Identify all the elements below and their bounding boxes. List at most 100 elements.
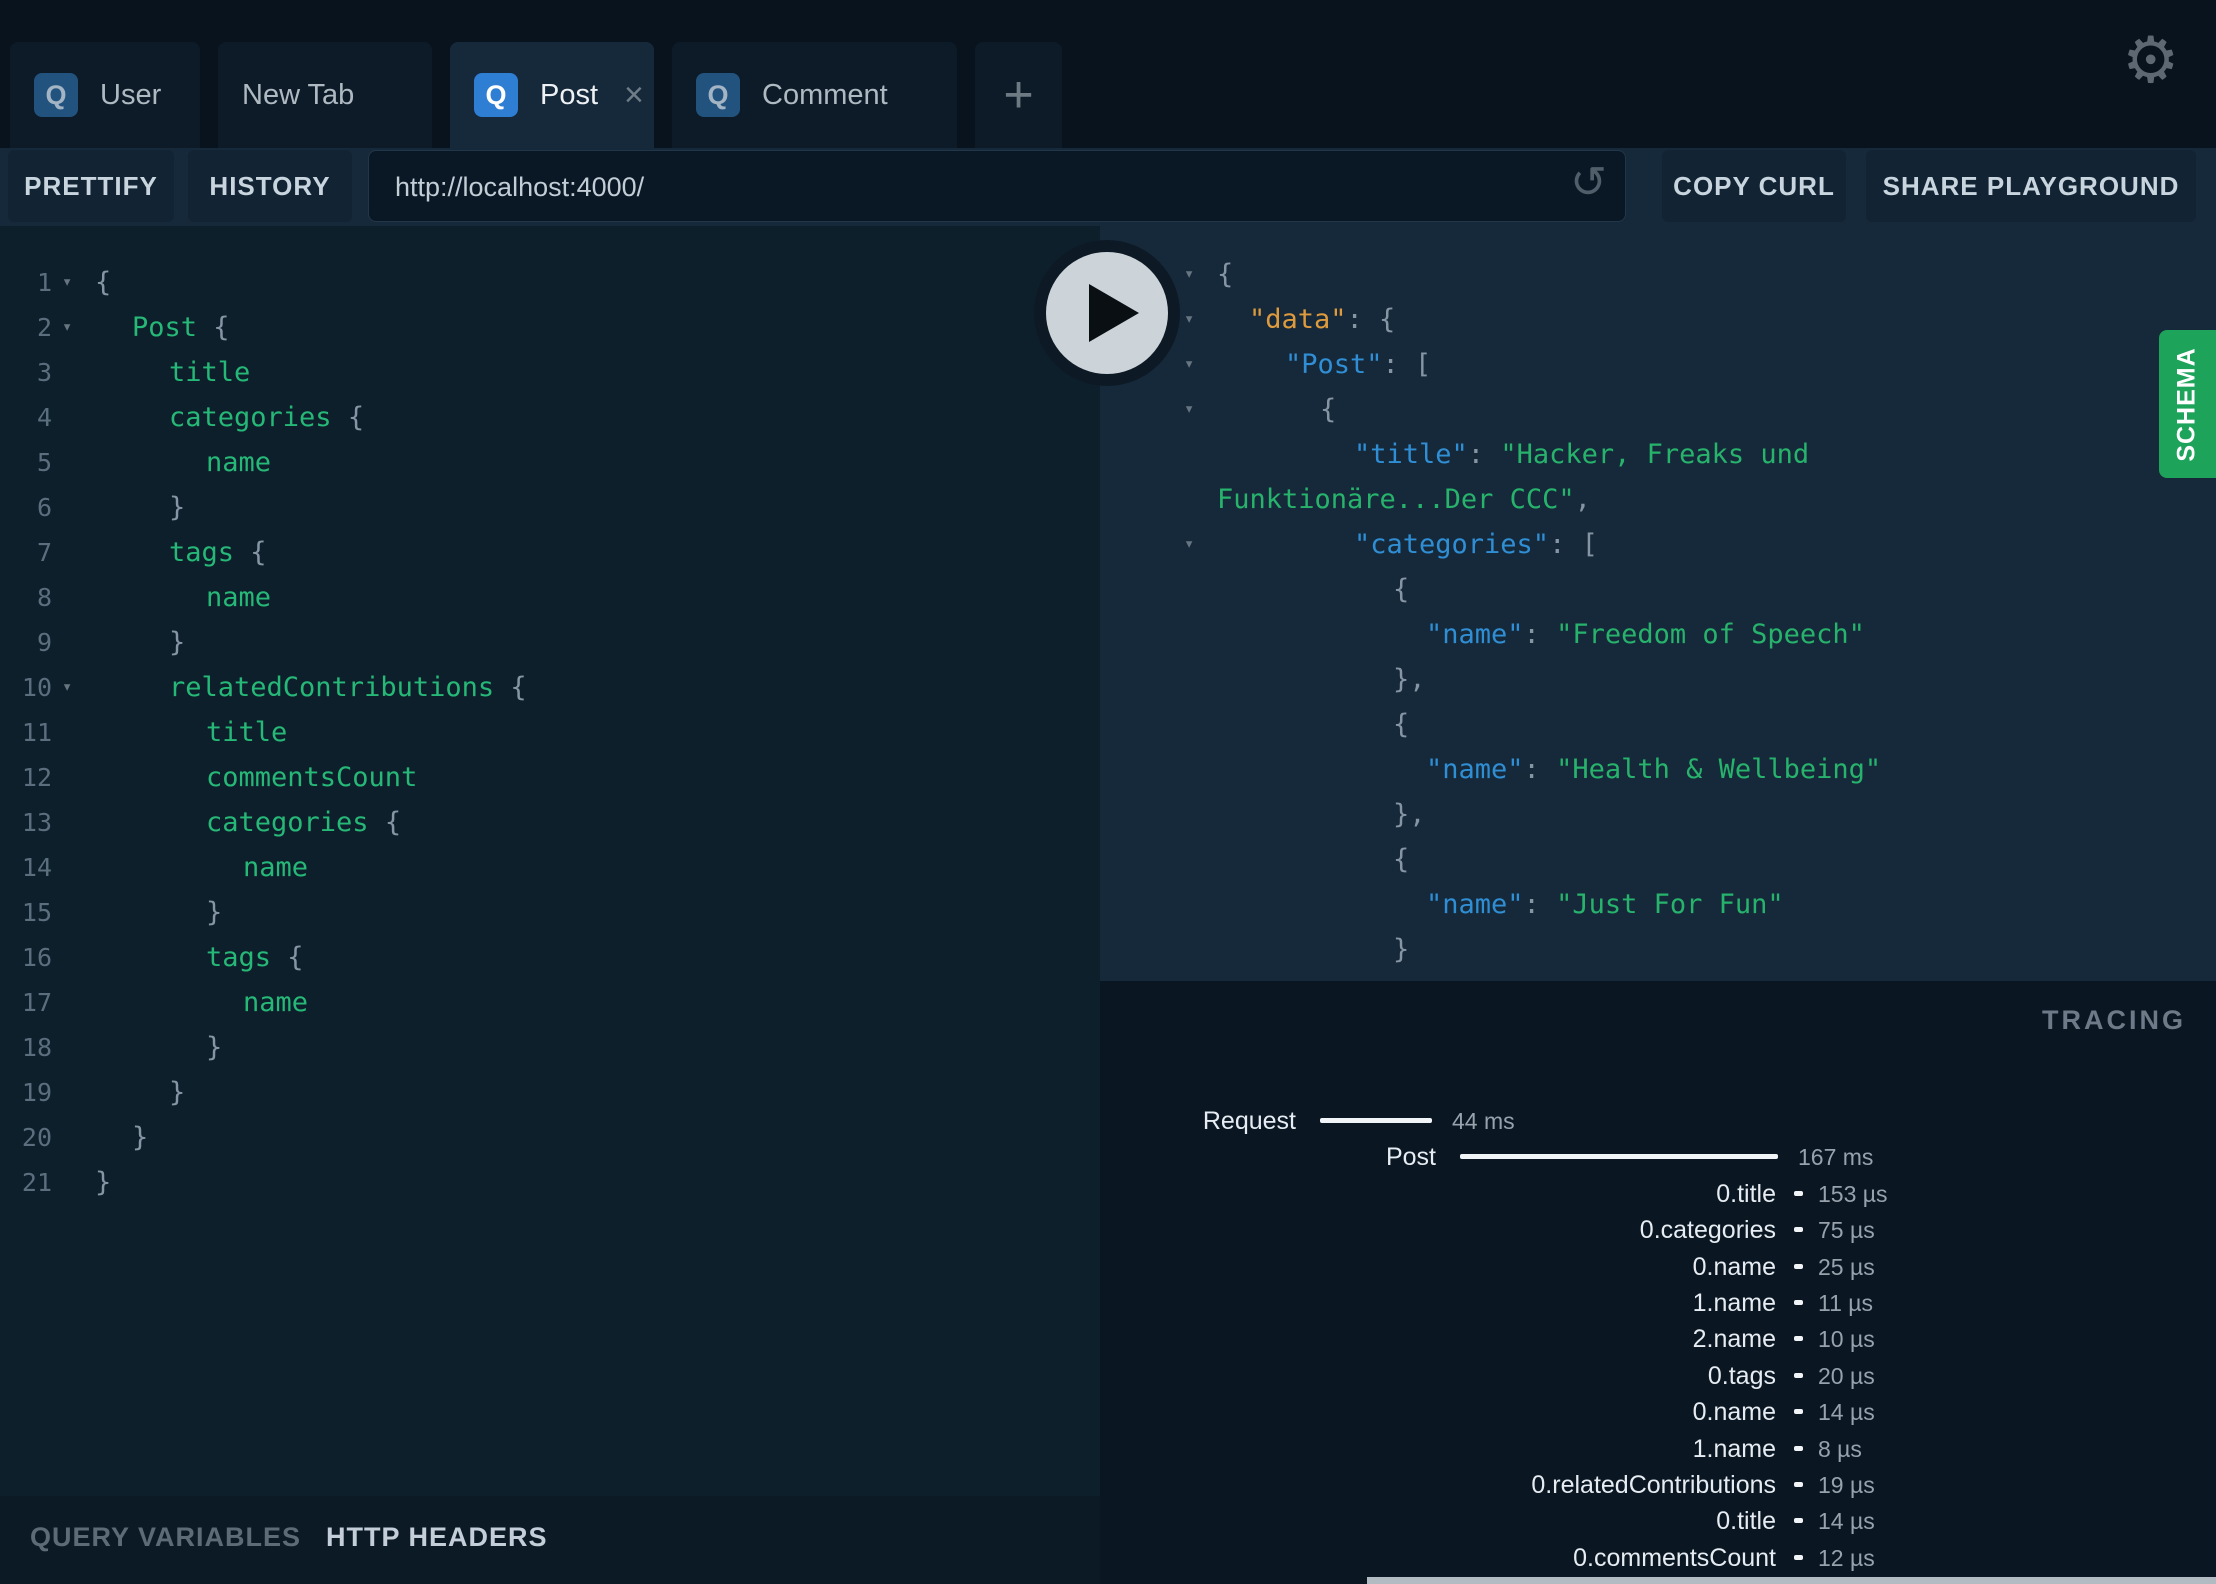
query-code-line[interactable]: 2 ▾ Post { bbox=[0, 305, 1100, 350]
code-text: { bbox=[1393, 702, 1409, 747]
code-text: Funktionäre...Der CCC", bbox=[1217, 477, 1591, 522]
token-field: relatedContributions bbox=[169, 672, 495, 703]
line-number: 2 bbox=[36, 313, 52, 342]
endpoint-url-input[interactable] bbox=[393, 151, 1537, 223]
line-number: 4 bbox=[36, 403, 52, 432]
query-badge-icon: Q bbox=[696, 73, 740, 117]
token-key: "categories" bbox=[1354, 529, 1550, 560]
query-code-line[interactable]: 14 name bbox=[0, 845, 1100, 890]
line-number: 6 bbox=[36, 493, 52, 522]
code-text: tags { bbox=[206, 935, 304, 980]
line-number: 17 bbox=[21, 988, 52, 1017]
query-code-line[interactable]: 6} bbox=[0, 485, 1100, 530]
response-line: "name": "Just For Fun" bbox=[1100, 882, 2216, 927]
query-editor[interactable]: 1 ▾{2 ▾ Post {3 title 4 categories {5 name 6} 7 ta… bbox=[0, 226, 1100, 1496]
line-number: 16 bbox=[21, 943, 52, 972]
token-field: commentsCount bbox=[206, 762, 418, 793]
tab-new-tab[interactable]: New Tab bbox=[218, 42, 432, 148]
trace-label: 0.tags bbox=[1707, 1361, 1776, 1390]
query-code-line[interactable]: 18} bbox=[0, 1025, 1100, 1070]
query-code-line[interactable]: 19} bbox=[0, 1070, 1100, 1115]
query-code-line[interactable]: 1 ▾ { bbox=[0, 260, 1100, 305]
query-badge-icon: Q bbox=[34, 73, 78, 117]
token-punct: : bbox=[1523, 889, 1557, 920]
query-code-line[interactable]: 8 name bbox=[0, 575, 1100, 620]
code-text: { bbox=[1320, 387, 1336, 432]
fold-caret-icon[interactable]: ▾ bbox=[62, 665, 72, 710]
token-punct: { bbox=[197, 312, 230, 343]
token-field: categories bbox=[206, 807, 369, 838]
token-field: categories bbox=[169, 402, 332, 433]
copy-curl-button[interactable]: COPY CURL bbox=[1662, 150, 1846, 222]
trace-duration-bar bbox=[1794, 1409, 1803, 1415]
fold-caret-icon[interactable]: ▾ bbox=[62, 305, 72, 350]
query-code-line[interactable]: 9} bbox=[0, 620, 1100, 665]
token-field: title bbox=[169, 357, 251, 388]
trace-label: Post bbox=[1385, 1143, 1436, 1172]
http-headers-tab[interactable]: HTTP HEADERS bbox=[326, 1522, 548, 1553]
query-code-line[interactable]: 10 ▾ relatedContributions { bbox=[0, 665, 1100, 710]
token-punct: : [ bbox=[1549, 529, 1598, 560]
new-tab-button[interactable]: + bbox=[975, 42, 1062, 148]
schema-side-tab[interactable]: SCHEMA bbox=[2159, 330, 2216, 478]
token-str: "Hacker, Freaks und bbox=[1500, 439, 1810, 470]
token-punct: , bbox=[1574, 484, 1591, 515]
code-text: "title": "Hacker, Freaks und bbox=[1354, 432, 1809, 477]
code-text: name bbox=[206, 575, 271, 620]
line-number: 1 bbox=[36, 268, 52, 297]
horizontal-scrollbar[interactable] bbox=[1367, 1577, 2216, 1584]
response-line: ] bbox=[1100, 972, 2216, 981]
trace-label: 0.relatedContributions bbox=[1531, 1471, 1776, 1499]
tab-post[interactable]: Q Post × bbox=[450, 42, 654, 148]
tab-comment[interactable]: Q Comment bbox=[672, 42, 957, 148]
tab-user[interactable]: Q User bbox=[10, 42, 200, 148]
token-punct: } bbox=[132, 1122, 149, 1153]
fold-caret-icon[interactable]: ▾ bbox=[62, 260, 72, 305]
trace-duration-bar bbox=[1794, 1336, 1803, 1342]
query-code-line[interactable]: 16 tags { bbox=[0, 935, 1100, 980]
query-code-line[interactable]: 11 title bbox=[0, 710, 1100, 755]
query-code-line[interactable]: 13 categories { bbox=[0, 800, 1100, 845]
tracing-row: 0.name 14 µs bbox=[1100, 1394, 2216, 1430]
query-code-line[interactable]: 3 title bbox=[0, 350, 1100, 395]
query-code-line[interactable]: 21} bbox=[0, 1160, 1100, 1205]
tracing-title: TRACING bbox=[2042, 1005, 2186, 1035]
trace-duration-value: 10 µs bbox=[1818, 1326, 1875, 1353]
fold-caret-icon[interactable]: ▾ bbox=[1184, 522, 1194, 567]
trace-duration-value: 14 µs bbox=[1818, 1508, 1875, 1535]
query-code-line[interactable]: 15} bbox=[0, 890, 1100, 935]
fold-caret-icon[interactable]: ▾ bbox=[1184, 387, 1194, 432]
fold-caret-icon[interactable]: ▾ bbox=[1184, 297, 1194, 342]
execute-query-button[interactable] bbox=[1034, 240, 1180, 386]
token-punct: { bbox=[1393, 709, 1410, 740]
line-number: 7 bbox=[36, 538, 52, 567]
tracing-row: 0.title 153 µs bbox=[1100, 1176, 2216, 1212]
response-line: "name": "Freedom of Speech" bbox=[1100, 612, 2216, 657]
history-button[interactable]: HISTORY bbox=[188, 150, 352, 222]
query-code-line[interactable]: 17 name bbox=[0, 980, 1100, 1025]
close-tab-icon[interactable]: × bbox=[624, 78, 644, 112]
query-code-line[interactable]: 5 name bbox=[0, 440, 1100, 485]
code-text: "Post": [ bbox=[1285, 342, 1431, 387]
code-text: name bbox=[243, 980, 308, 1025]
token-punct: { bbox=[1393, 574, 1410, 605]
fold-caret-icon[interactable]: ▾ bbox=[1184, 342, 1194, 387]
query-code-line[interactable]: 20} bbox=[0, 1115, 1100, 1160]
code-text: } bbox=[95, 1160, 111, 1205]
query-code-line[interactable]: 4 categories { bbox=[0, 395, 1100, 440]
code-text: title bbox=[206, 710, 287, 755]
prettify-button[interactable]: PRETTIFY bbox=[8, 150, 174, 222]
share-playground-button[interactable]: SHARE PLAYGROUND bbox=[1866, 150, 2196, 222]
code-text: }, bbox=[1393, 657, 1426, 702]
query-code-line[interactable]: 12 commentsCount bbox=[0, 755, 1100, 800]
response-line: ▾{ bbox=[1100, 252, 2216, 297]
reload-icon[interactable]: ↺ bbox=[1570, 161, 1607, 205]
token-punct: }, bbox=[1393, 664, 1426, 695]
trace-duration-bar bbox=[1794, 1372, 1803, 1378]
token-field: name bbox=[243, 987, 309, 1018]
fold-caret-icon[interactable]: ▾ bbox=[1184, 252, 1194, 297]
query-code-line[interactable]: 7 tags { bbox=[0, 530, 1100, 575]
settings-gear-icon[interactable]: ⚙ bbox=[2122, 28, 2179, 92]
query-variables-tab[interactable]: QUERY VARIABLES bbox=[30, 1522, 301, 1553]
code-text: } bbox=[169, 485, 185, 530]
